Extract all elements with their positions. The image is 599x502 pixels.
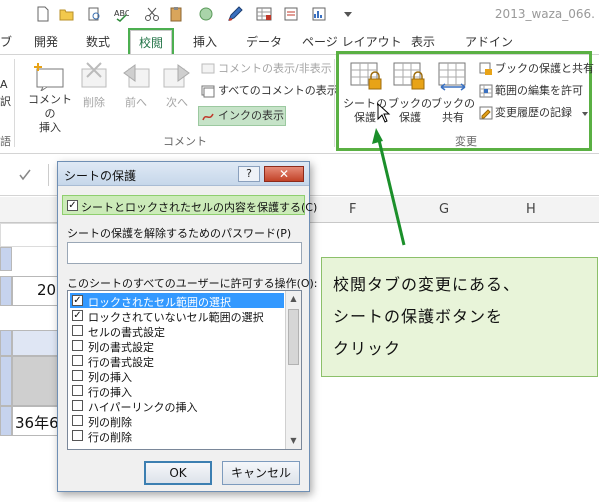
pointer-arrow-icon [372,128,406,246]
